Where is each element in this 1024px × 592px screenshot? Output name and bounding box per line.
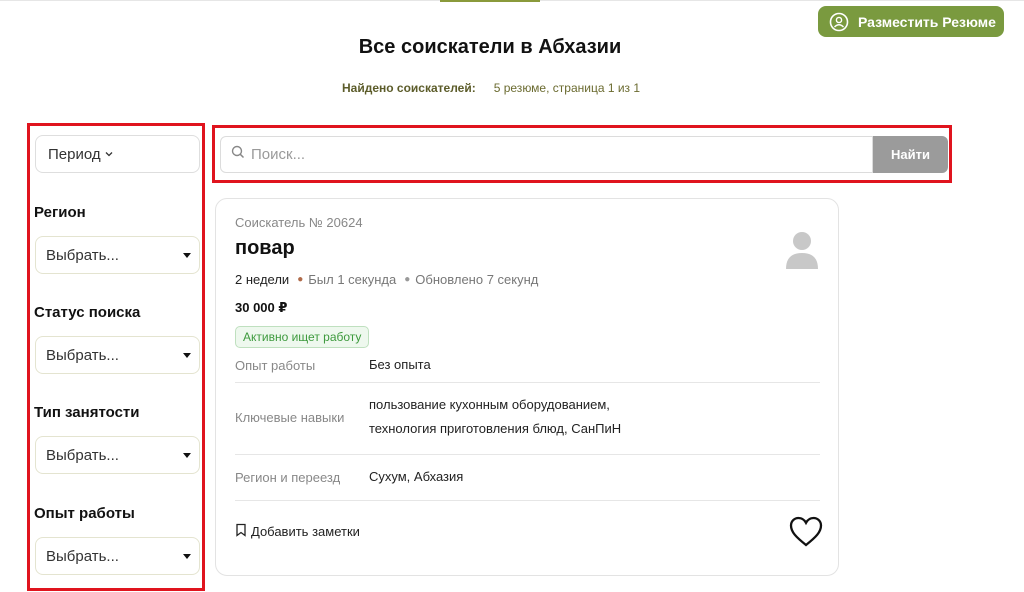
filter-label-employment-type: Тип занятости <box>34 404 140 421</box>
experience-select[interactable]: Выбрать... <box>35 537 200 575</box>
period-label: Период <box>48 145 101 163</box>
experience-value: Без опыта <box>369 357 431 372</box>
results-count: Найдено соискателей: 5 резюме, страница … <box>342 81 640 95</box>
results-count-label: Найдено соискателей: <box>342 81 476 95</box>
experience-select-value: Выбрать... <box>46 547 119 565</box>
favorite-heart-icon[interactable] <box>788 514 824 550</box>
last-seen: Был 1 секунда <box>308 272 397 287</box>
filters-sidebar: Период Регион Выбрать... Статус поиска В… <box>27 123 205 591</box>
skills-value-line1: пользование кухонным оборудованием, <box>369 397 610 412</box>
search-bar: Найти <box>212 125 952 183</box>
period-dropdown[interactable]: Период <box>35 135 200 173</box>
divider <box>235 454 820 455</box>
search-status-select-value: Выбрать... <box>46 346 119 364</box>
region-value: Сухум, Абхазия <box>369 469 464 484</box>
chevron-down-icon <box>104 146 114 163</box>
search-icon <box>231 145 245 164</box>
post-resume-button[interactable]: Разместить Резюме <box>818 6 1004 37</box>
caret-down-icon <box>183 352 191 358</box>
active-nav-indicator <box>440 0 540 2</box>
search-button[interactable]: Найти <box>873 136 948 173</box>
post-resume-label: Разместить Резюме <box>858 13 996 30</box>
employment-type-select[interactable]: Выбрать... <box>35 436 200 474</box>
skills-value-line2: технология приготовления блюд, СанПиН <box>369 421 622 436</box>
divider <box>235 500 820 501</box>
experience-label: Опыт работы <box>235 358 316 373</box>
caret-down-icon <box>183 452 191 458</box>
caret-down-icon <box>183 553 191 559</box>
region-label: Регион и переезд <box>235 470 341 485</box>
resume-icon <box>828 11 850 33</box>
avatar <box>784 229 820 269</box>
region-select[interactable]: Выбрать... <box>35 236 200 274</box>
divider <box>235 382 820 383</box>
caret-down-icon <box>183 252 191 258</box>
status-badge: Активно ищет работу <box>235 326 370 348</box>
results-count-value: 5 резюме, страница 1 из 1 <box>493 81 641 95</box>
salary: 30 000 ₽ <box>235 300 288 315</box>
region-select-value: Выбрать... <box>46 246 119 264</box>
add-notes-button[interactable]: Добавить заметки <box>235 523 360 540</box>
duration: 2 недели <box>235 272 290 287</box>
employment-type-select-value: Выбрать... <box>46 446 119 464</box>
search-field[interactable] <box>220 136 873 173</box>
page-title: Все соискатели в Абхазии <box>358 36 622 58</box>
candidate-card[interactable]: Соискатель № 20624 повар 2 недели ● Был … <box>215 198 839 576</box>
filter-label-search-status: Статус поиска <box>34 304 141 321</box>
search-status-select[interactable]: Выбрать... <box>35 336 200 374</box>
updated-time: Обновлено 7 секунд <box>415 272 539 287</box>
search-input[interactable] <box>251 146 851 163</box>
filter-label-experience: Опыт работы <box>34 505 135 522</box>
bookmark-icon <box>235 523 247 540</box>
candidate-job-title[interactable]: повар <box>235 237 295 260</box>
dot-separator-icon: ● <box>297 274 304 285</box>
filter-label-region: Регион <box>34 204 86 221</box>
candidate-number: Соискатель № 20624 <box>235 215 363 230</box>
skills-label: Ключевые навыки <box>235 410 345 425</box>
dot-separator-icon: ● <box>404 274 411 285</box>
candidate-meta: 2 недели ● Был 1 секунда ● Обновлено 7 с… <box>235 272 538 287</box>
add-notes-label: Добавить заметки <box>251 524 360 539</box>
